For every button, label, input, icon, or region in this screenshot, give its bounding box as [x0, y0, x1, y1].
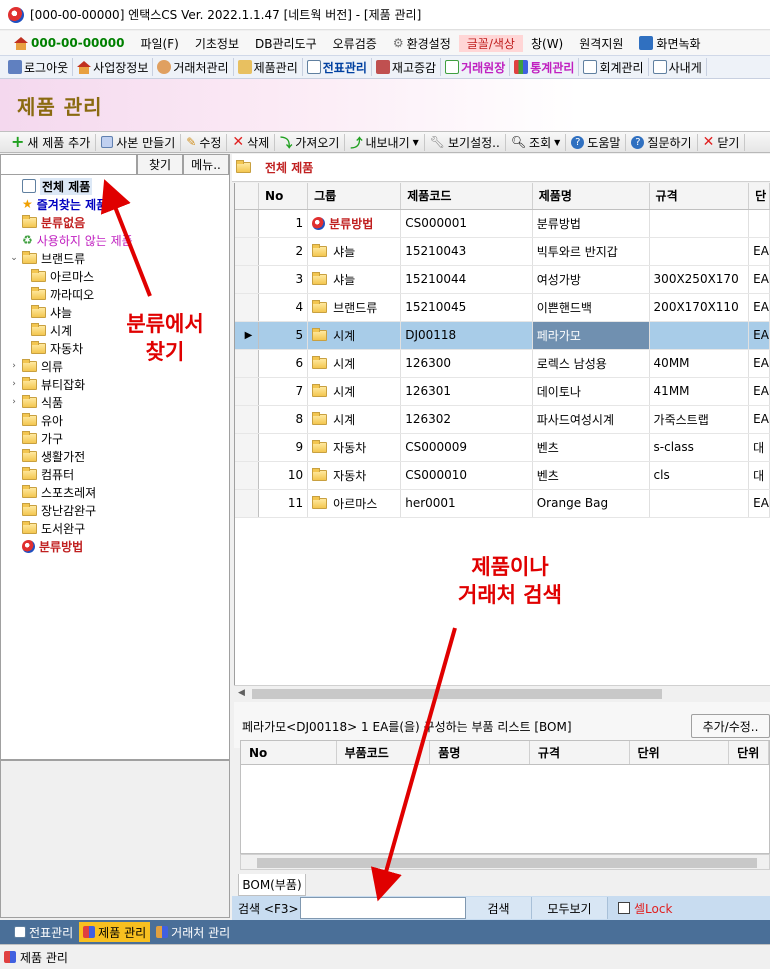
search-hint-annotation: 제품이나거래처 검색	[430, 553, 590, 609]
annotation-line: 분류에서	[126, 312, 204, 336]
tree-hint-arrow	[100, 179, 152, 297]
search-hint-arrow	[370, 627, 457, 902]
tree-hint-text: 분류에서찾기	[100, 310, 230, 366]
tree-hint-annotation: 분류에서찾기	[100, 310, 230, 366]
search-hint-text: 제품이나거래처 검색	[430, 553, 590, 609]
annotation-line: 제품이나	[471, 555, 549, 579]
annotation-arrows	[100, 179, 457, 902]
annotation-line: 거래처 검색	[458, 583, 562, 607]
annotation-line: 찾기	[145, 340, 185, 364]
